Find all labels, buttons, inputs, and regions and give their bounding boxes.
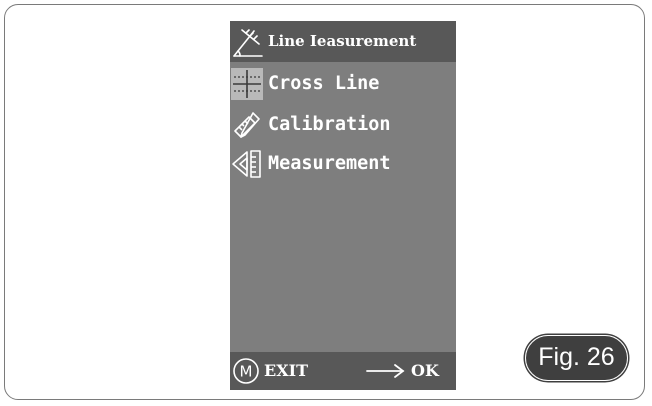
screen-title: Line Ieasurement [268,32,417,50]
menu-item-label: Cross Line [268,73,380,94]
svg-text:M: M [240,363,253,381]
menu-item-label: Measurement [268,153,391,174]
cross-line-icon [231,68,263,100]
measurement-icon [232,150,261,178]
calibration-icon [234,112,260,138]
arrow-right-icon [366,364,405,378]
exit-button[interactable]: EXIT [264,361,308,380]
title-bar: Line Ieasurement [230,21,456,62]
menu-item-calibration[interactable]: Calibration [230,108,456,142]
footer-bar: M EXIT OK [230,352,456,390]
ruler-icon [233,29,263,57]
device-screen: Line Ieasurement Cross Line Calibration … [230,21,456,390]
m-key-icon[interactable]: M [232,357,260,385]
menu-item-label: Calibration [268,114,391,135]
ok-button[interactable]: OK [411,361,439,380]
figure-badge: Fig. 26 [525,335,628,381]
menu-item-cross-line[interactable]: Cross Line [230,67,456,101]
menu-item-measurement[interactable]: Measurement [230,147,456,181]
